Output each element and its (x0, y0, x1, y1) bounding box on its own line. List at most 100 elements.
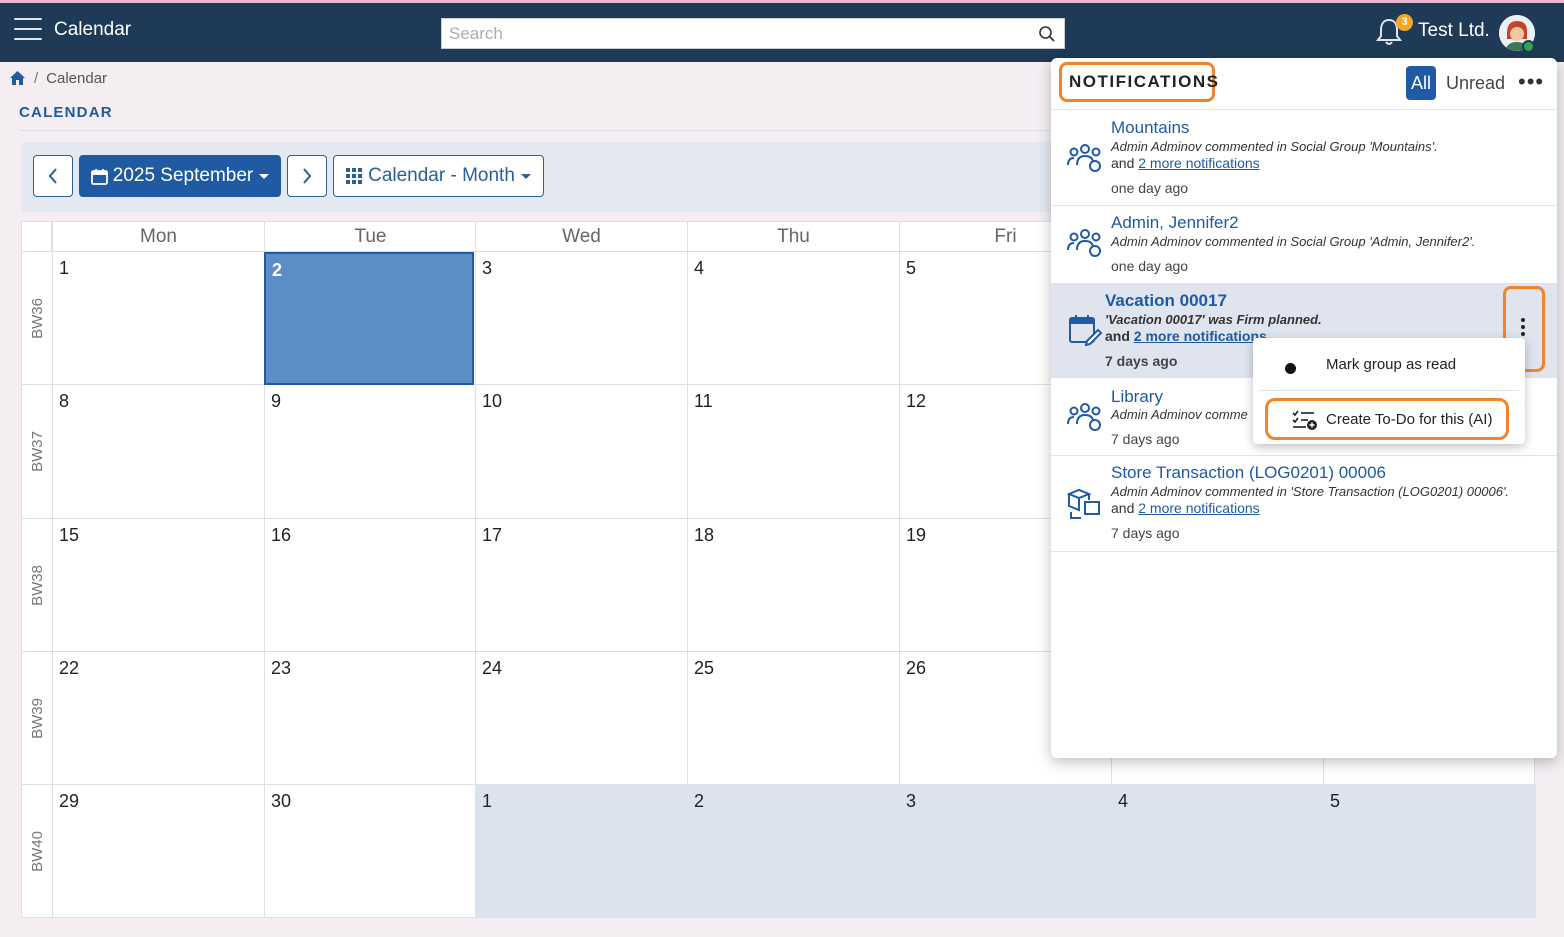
notification-time: one day ago (1111, 180, 1189, 196)
notification-context-menu: Mark group as read Create To-Do for this… (1253, 338, 1525, 444)
day-cell[interactable]: 30 (264, 785, 475, 918)
notification-count-badge: 3 (1396, 14, 1413, 31)
page-title: CALENDAR (19, 104, 113, 121)
company-name[interactable]: Test Ltd. (1418, 20, 1490, 42)
breadcrumb-separator: / (34, 69, 39, 87)
day-cell[interactable]: 16 (264, 519, 475, 652)
day-cell-other-month[interactable]: 4 (1111, 785, 1323, 918)
vertical-dots-icon (1521, 318, 1527, 339)
notification-title[interactable]: Vacation 00017 (1105, 291, 1227, 311)
store-transaction-icon (1067, 488, 1100, 519)
day-cell-other-month[interactable]: 2 (687, 785, 899, 918)
chevron-right-icon (303, 168, 312, 184)
group-icon (1067, 403, 1101, 431)
more-notifications-link[interactable]: 2 more notifications (1138, 500, 1259, 516)
notification-more: and 2 more notifications (1111, 155, 1260, 171)
notification-description: Admin Adminov commented in Social Group … (1111, 139, 1438, 154)
notification-time: 7 days ago (1111, 431, 1180, 447)
notification-title[interactable]: Library (1111, 387, 1163, 407)
notification-description: 'Vacation 00017' was Firm planned. (1105, 312, 1322, 327)
day-cell-other-month[interactable]: 5 (1323, 785, 1536, 918)
notification-description: Admin Adminov commented in Social Group … (1111, 234, 1476, 249)
day-cell[interactable]: 29 (52, 785, 264, 918)
grid-icon (346, 168, 363, 184)
week-number-label: BW40 (28, 831, 46, 872)
day-cell-selected[interactable]: 2 (264, 252, 474, 385)
week-number-label: BW36 (22, 252, 52, 385)
online-status-icon (1522, 40, 1535, 53)
breadcrumb: / Calendar (9, 69, 107, 87)
menu-divider (1259, 390, 1519, 391)
mark-group-read-menu-item[interactable]: Mark group as read (1253, 342, 1525, 388)
notification-item[interactable]: Store Transaction (LOG0201) 00006 Admin … (1051, 456, 1557, 552)
previous-month-button[interactable] (33, 155, 73, 197)
notification-time: 7 days ago (1111, 525, 1180, 541)
notification-description: Admin Adminov comme (1111, 407, 1248, 422)
app-title: Calendar (54, 19, 132, 40)
week-number-label: BW38 (22, 519, 52, 652)
day-cell[interactable]: 10 (475, 385, 687, 519)
day-cell[interactable]: 3 (475, 252, 687, 385)
day-cell[interactable]: 18 (687, 519, 899, 652)
day-cell[interactable]: 17 (475, 519, 687, 652)
filter-unread-button[interactable]: Unread (1446, 73, 1505, 94)
day-cell[interactable]: 15 (52, 519, 264, 652)
home-icon[interactable] (9, 70, 26, 86)
view-selector-label: Calendar - Month (368, 165, 515, 186)
week-header-corner (22, 222, 52, 252)
hamburger-menu-icon[interactable] (14, 18, 42, 42)
notifications-header: NOTIFICATIONS All Unread ••• (1051, 58, 1557, 110)
month-picker-label: 2025 September (112, 165, 254, 186)
day-of-week-header: Thu (687, 222, 899, 252)
day-cell[interactable]: 25 (687, 652, 899, 785)
search-input[interactable] (442, 19, 1032, 48)
week-number-label: BW39 (22, 652, 52, 785)
day-cell-other-month[interactable]: 3 (899, 785, 1111, 918)
breadcrumb-current: Calendar (46, 69, 108, 87)
notification-title[interactable]: Store Transaction (LOG0201) 00006 (1111, 463, 1386, 483)
menu-item-label: Mark group as read (1326, 356, 1457, 373)
day-cell[interactable]: 22 (52, 652, 264, 785)
day-cell[interactable]: 1 (52, 252, 264, 385)
day-cell[interactable]: 24 (475, 652, 687, 785)
notification-title[interactable]: Mountains (1111, 118, 1189, 138)
day-cell[interactable]: 23 (264, 652, 475, 785)
filter-all-button[interactable]: All (1406, 66, 1436, 100)
search-icon[interactable] (1038, 25, 1056, 43)
notification-item[interactable]: Mountains Admin Adminov commented in Soc… (1051, 111, 1557, 206)
view-selector-button[interactable]: Calendar - Month (333, 155, 544, 197)
create-todo-menu-item[interactable]: Create To-Do for this (AI) (1265, 398, 1509, 440)
day-of-week-header: Tue (264, 222, 476, 252)
group-icon (1067, 144, 1101, 172)
day-cell[interactable]: 8 (52, 385, 264, 519)
calendar-icon (90, 168, 108, 185)
notification-more: and 2 more notifications (1105, 328, 1267, 344)
day-cell[interactable]: 9 (264, 385, 475, 519)
group-icon (1067, 229, 1101, 257)
notifications-title: NOTIFICATIONS (1059, 62, 1218, 102)
notification-more: and 2 more notifications (1111, 500, 1260, 516)
day-cell[interactable]: 11 (687, 385, 899, 519)
notification-item[interactable]: Admin, Jennifer2 Admin Adminov commented… (1051, 206, 1557, 284)
caret-down-icon (259, 173, 270, 179)
caret-down-icon (520, 173, 531, 179)
search-box (441, 18, 1065, 49)
notification-title[interactable]: Admin, Jennifer2 (1111, 213, 1239, 233)
more-notifications-link[interactable]: 2 more notifications (1134, 328, 1267, 344)
todo-list-add-icon (1292, 410, 1317, 430)
more-notifications-link[interactable]: 2 more notifications (1138, 155, 1259, 171)
notifications-panel: NOTIFICATIONS All Unread ••• Mountains A… (1051, 58, 1557, 758)
notification-time: 7 days ago (1105, 353, 1178, 369)
day-of-week-header: Wed (475, 222, 687, 252)
notification-time: one day ago (1111, 258, 1189, 274)
top-bar: Calendar 3 Test Ltd. (0, 0, 1564, 62)
notification-description: Admin Adminov commented in 'Store Transa… (1111, 484, 1510, 499)
day-cell-other-month[interactable]: 1 (475, 785, 687, 918)
dot-icon (1285, 363, 1296, 374)
next-month-button[interactable] (287, 155, 327, 197)
month-picker-button[interactable]: 2025 September (79, 155, 281, 197)
more-options-icon[interactable]: ••• (1518, 71, 1544, 93)
menu-item-label: Create To-Do for this (AI) (1326, 411, 1493, 428)
day-cell[interactable]: 4 (687, 252, 899, 385)
week-number-label: BW37 (22, 385, 52, 519)
